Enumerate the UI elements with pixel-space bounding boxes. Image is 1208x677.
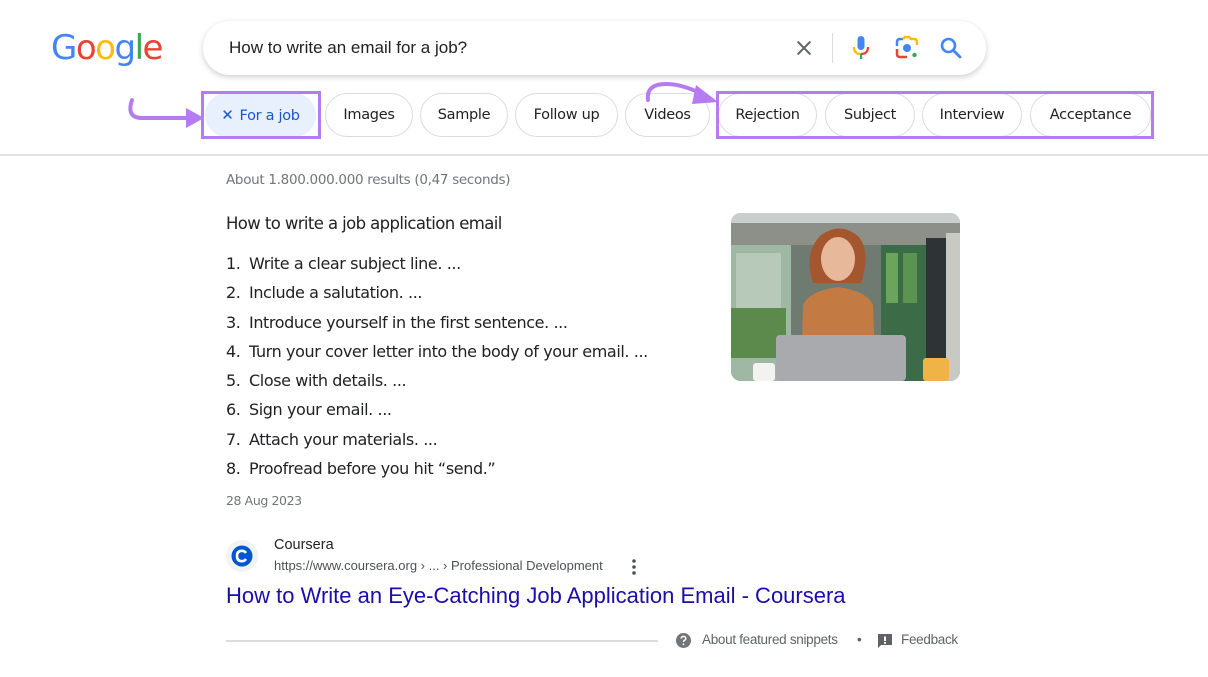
search-bar: How to write an email for a job?	[203, 21, 986, 75]
list-item: 6. Sign your email. ...	[226, 395, 648, 424]
chip-subject[interactable]: Subject	[825, 93, 915, 137]
result-stats: About 1.800.000.000 results (0,47 second…	[226, 172, 511, 188]
header-divider	[0, 154, 1208, 156]
google-logo[interactable]: Google	[51, 28, 164, 68]
list-item: 2. Include a salutation. ...	[226, 278, 648, 307]
annotation-arrow-left	[128, 98, 204, 128]
featured-snippet-image[interactable]	[731, 213, 960, 381]
chip-for-a-job[interactable]: ✕ For a job	[205, 93, 316, 137]
feedback-link[interactable]: Feedback	[901, 632, 958, 647]
chip-acceptance[interactable]: Acceptance	[1030, 93, 1151, 137]
chip-label: Subject	[843, 107, 897, 123]
step-text: Attach your materials. ...	[249, 429, 438, 449]
step-number: 3.	[226, 312, 241, 332]
chip-label: Videos	[644, 107, 691, 123]
chip-label: Acceptance	[1049, 107, 1132, 123]
help-icon[interactable]	[676, 633, 691, 648]
footer-separator: •	[857, 632, 862, 647]
step-text: Sign your email. ...	[249, 400, 392, 420]
list-item: 7. Attach your materials. ...	[226, 425, 648, 454]
google-lens-icon[interactable]	[894, 35, 920, 61]
site-name[interactable]: Coursera	[274, 537, 334, 553]
search-divider	[832, 33, 833, 63]
list-item: 1. Write a clear subject line. ...	[226, 249, 648, 278]
logo-letter: G	[51, 28, 77, 68]
coursera-favicon	[226, 540, 258, 572]
step-number: 2.	[226, 283, 241, 303]
step-number: 7.	[226, 429, 241, 449]
more-options-icon[interactable]	[630, 558, 638, 576]
search-icon[interactable]	[938, 35, 964, 61]
chip-interview[interactable]: Interview	[922, 93, 1022, 137]
microphone-icon[interactable]	[849, 35, 873, 61]
step-text: Proofread before you hit “send.”	[249, 459, 496, 479]
step-text: Include a salutation. ...	[249, 283, 423, 303]
search-input[interactable]: How to write an email for a job?	[229, 21, 467, 75]
list-item: 3. Introduce yourself in the first senten…	[226, 308, 648, 337]
step-number: 6.	[226, 400, 241, 420]
annotation-arrow-right	[645, 81, 718, 104]
step-text: Write a clear subject line. ...	[249, 254, 461, 273]
logo-letter: o	[75, 28, 97, 68]
snippet-divider	[226, 640, 658, 642]
chip-label: For a job	[239, 108, 300, 124]
step-number: 5.	[226, 371, 241, 391]
chip-sample[interactable]: Sample	[420, 93, 508, 137]
chip-label: Interview	[939, 107, 1005, 123]
featured-snippet-title: How to write a job application email	[226, 214, 502, 233]
chip-images[interactable]: Images	[325, 93, 413, 137]
result-title-link[interactable]: How to Write an Eye-Catching Job Applica…	[226, 583, 846, 609]
step-number: 4.	[226, 341, 241, 361]
logo-letter: o	[95, 28, 116, 68]
list-item: 4. Turn your cover letter into the body o…	[226, 337, 648, 366]
chip-follow-up[interactable]: Follow up	[515, 93, 618, 137]
feedback-icon[interactable]	[878, 634, 892, 649]
chip-label: Images	[343, 107, 395, 123]
step-text: Turn your cover letter into the body of …	[249, 341, 648, 361]
featured-snippet-steps: 1. Write a clear subject line. ... 2. Incl…	[226, 249, 648, 483]
list-item: 8. Proofread before you hit “send.”	[226, 454, 648, 483]
chip-label: Sample	[437, 107, 491, 123]
chip-rejection[interactable]: Rejection	[718, 93, 817, 137]
step-number: 1.	[226, 254, 241, 273]
logo-letter: e	[142, 28, 164, 68]
step-number: 8.	[226, 459, 241, 479]
chip-label: Follow up	[533, 107, 600, 123]
logo-letter: g	[114, 28, 136, 68]
snippet-date: 28 Aug 2023	[226, 493, 302, 508]
about-featured-snippets-link[interactable]: About featured snippets	[702, 632, 838, 647]
site-url-breadcrumb[interactable]: https://www.coursera.org › ... › Profess…	[274, 558, 603, 573]
logo-letter: l	[134, 28, 144, 68]
list-item: 5. Close with details. ...	[226, 366, 648, 395]
clear-icon[interactable]	[793, 37, 815, 59]
step-text: Close with details. ...	[249, 371, 407, 391]
chip-label: Rejection	[735, 107, 800, 123]
close-icon[interactable]: ✕	[221, 106, 234, 124]
coursera-logo-icon	[231, 545, 253, 567]
step-text: Introduce yourself in the first sentence…	[249, 312, 568, 332]
